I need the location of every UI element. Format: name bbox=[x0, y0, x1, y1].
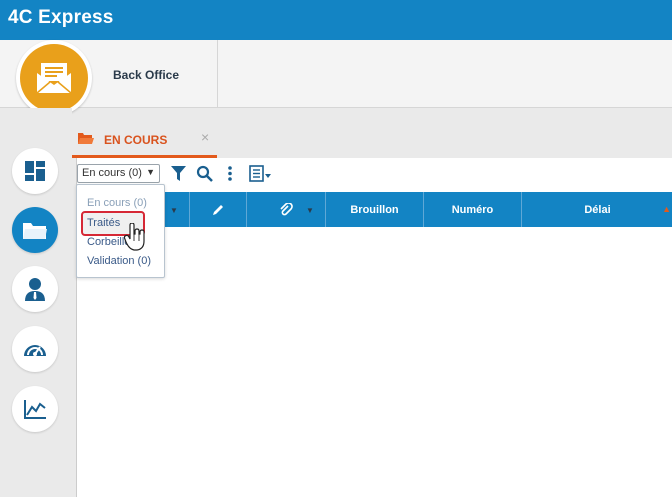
column-header-brouillon[interactable]: Brouillon bbox=[326, 192, 424, 227]
tab-en-cours[interactable]: EN COURS × bbox=[72, 128, 217, 158]
pencil-icon bbox=[213, 204, 223, 215]
paperclip-icon bbox=[280, 202, 293, 215]
column-header-numero[interactable]: Numéro bbox=[424, 192, 522, 227]
sidebar-item-folder[interactable] bbox=[12, 207, 58, 253]
dropdown-option-traites[interactable]: Traités bbox=[87, 217, 120, 229]
sort-up-icon: ▲ bbox=[662, 204, 671, 214]
app-logo[interactable] bbox=[16, 40, 92, 116]
grid-header: ▼ ▼ Brouillon Numéro Délai ▲ bbox=[77, 192, 672, 227]
folder-icon bbox=[23, 223, 47, 239]
header: Back Office bbox=[0, 40, 672, 116]
sidebar bbox=[0, 108, 72, 497]
dropdown-option-en-cours[interactable]: En cours (0) bbox=[87, 197, 147, 209]
search-icon[interactable] bbox=[196, 165, 213, 187]
gauge-icon bbox=[24, 345, 46, 356]
status-filter-dropdown: En cours (0) Traités Corbeille Validatio… bbox=[76, 184, 165, 278]
back-office-label[interactable]: Back Office bbox=[113, 68, 179, 82]
dropdown-option-validation[interactable]: Validation (0) bbox=[87, 255, 151, 267]
content-panel: En cours (0) ▼ ▼ ▼ Brouillon Numéro Déla… bbox=[76, 158, 672, 497]
status-filter-select[interactable]: En cours (0) ▼ bbox=[77, 164, 160, 183]
sidebar-item-user[interactable] bbox=[12, 266, 58, 312]
sort-down-icon: ▼ bbox=[306, 206, 314, 215]
sidebar-item-dashboard[interactable] bbox=[12, 148, 58, 194]
toolbar: En cours (0) ▼ bbox=[77, 158, 672, 191]
tab-label: EN COURS bbox=[104, 133, 168, 147]
sort-down-icon: ▼ bbox=[170, 206, 178, 215]
more-vertical-icon[interactable] bbox=[227, 165, 233, 187]
sidebar-item-chart[interactable] bbox=[12, 386, 58, 432]
sidebar-item-gauge[interactable] bbox=[12, 326, 58, 372]
filter-icon[interactable] bbox=[170, 165, 187, 187]
line-chart-icon bbox=[24, 400, 46, 419]
column-header-attachment[interactable]: ▼ bbox=[247, 192, 326, 227]
title-bar: 4C Express bbox=[0, 0, 672, 40]
column-header-edit[interactable] bbox=[190, 192, 247, 227]
envelope-icon bbox=[20, 44, 88, 112]
column-header-delai[interactable]: Délai ▲ bbox=[522, 192, 672, 227]
tab-bar: EN COURS × bbox=[72, 108, 672, 158]
folder-open-icon bbox=[78, 132, 94, 150]
header-divider bbox=[217, 40, 218, 107]
chevron-down-icon: ▼ bbox=[146, 167, 155, 177]
app-title: 4C Express bbox=[8, 7, 114, 28]
dashboard-icon bbox=[25, 161, 45, 181]
status-filter-value: En cours (0) bbox=[82, 167, 142, 179]
close-icon[interactable]: × bbox=[201, 129, 209, 145]
column-header-delai-label: Délai bbox=[584, 203, 611, 216]
hand-cursor-icon bbox=[123, 222, 146, 256]
columns-menu-icon[interactable] bbox=[249, 165, 273, 187]
user-icon bbox=[25, 278, 45, 301]
